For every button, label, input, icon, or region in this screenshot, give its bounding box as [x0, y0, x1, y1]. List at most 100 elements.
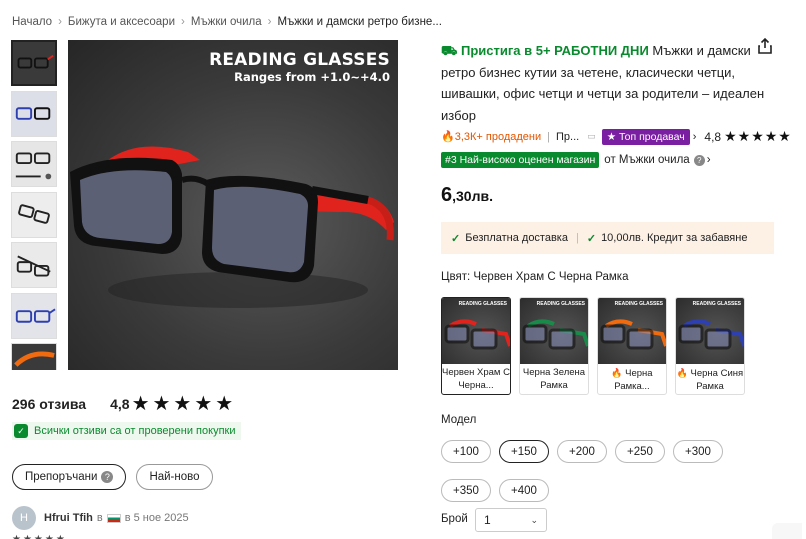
hero-heading: READING GLASSES: [209, 50, 390, 70]
reviews-count[interactable]: 296 отзива: [12, 396, 86, 412]
swatch-image: READING GLASSES: [520, 298, 588, 364]
thumbnail-6[interactable]: [11, 292, 57, 339]
store-logo-icon: ▭: [587, 131, 596, 141]
swatch-image-text: READING GLASSES: [614, 301, 663, 307]
sort-newest-label: Най-ново: [149, 471, 200, 483]
divider: |: [575, 232, 579, 244]
breadcrumb-jewelry[interactable]: Бижута и аксесоари: [68, 16, 175, 28]
chevron-down-icon: ⌄: [530, 514, 538, 525]
thumbnail-2[interactable]: [11, 90, 57, 137]
thumbnail-4[interactable]: [11, 191, 57, 238]
reviewer-in-word: в: [96, 512, 103, 524]
swatch-image-text: READING GLASSES: [536, 301, 585, 307]
breadcrumb: Начало › Бижута и аксесоари › Мъжки очила › Мъ…: [12, 16, 442, 28]
product-rating: 4,8: [704, 129, 722, 144]
model-option[interactable]: +200: [557, 440, 607, 463]
avatar: H: [12, 506, 36, 530]
fire-icon: 🔥: [676, 368, 691, 378]
benefit-delay-credit: 10,00лв. Кредит за забавяне: [601, 232, 748, 244]
model-label: Модел: [441, 414, 477, 426]
model-option[interactable]: +300: [673, 440, 723, 463]
chevron-right-icon[interactable]: ›: [693, 131, 697, 143]
swatch-image: READING GLASSES: [676, 298, 744, 364]
color-label: Цвят: Червен Храм С Черна Рамка: [441, 271, 629, 283]
verified-notice: ✓ Всички отзиви са от проверени покупки: [12, 422, 242, 440]
sort-recommended-button[interactable]: Препоръчани?: [12, 464, 127, 490]
breadcrumb-mens-glasses[interactable]: Мъжки очила: [191, 16, 262, 28]
main-product-image[interactable]: READING GLASSES Ranges from +1.0~+4.0: [68, 40, 398, 370]
truck-icon: ⛟: [441, 43, 458, 58]
color-swatch[interactable]: READING GLASSES 🔥 Черна Рамка...: [597, 297, 667, 395]
sold-count: 3,3К+ продадени: [454, 130, 542, 143]
glasses-thumbnail: [600, 319, 666, 350]
bulgaria-flag-icon: [106, 513, 121, 523]
reviews-stars: ★★★★★: [131, 393, 237, 415]
price: 6,30лв.: [441, 184, 493, 207]
top-seller-label: Топ продавач: [619, 130, 685, 143]
model-option[interactable]: +350: [441, 479, 491, 502]
model-option[interactable]: +100: [441, 440, 491, 463]
review-sort: Препоръчани? Най-ново: [12, 464, 213, 490]
thumbnail-5[interactable]: [11, 242, 57, 288]
swatch-label-text: Черна Синя Рамка: [690, 368, 744, 392]
model-options: +100 +150 +200 +250 +300 +350 +400: [441, 440, 761, 502]
swatch-label-text: Червен Храм С Черна...: [442, 367, 510, 391]
quantity-label: Брой: [441, 513, 468, 525]
color-swatch[interactable]: READING GLASSES Червен Храм С Черна...: [441, 297, 511, 395]
top-seller-badge: ★ Топ продавач: [601, 128, 690, 145]
scroll-top-button[interactable]: [772, 523, 802, 539]
chevron-right-icon[interactable]: ›: [707, 154, 711, 166]
thumbnail-1[interactable]: [11, 40, 57, 86]
swatch-label: 🔥 Черна Синя Рамка: [676, 364, 744, 393]
check-icon: ✓: [586, 232, 597, 245]
swatch-image-text: READING GLASSES: [458, 301, 507, 307]
review-stars: ★★★★★: [12, 534, 67, 539]
fire-icon: 🔥: [441, 131, 455, 143]
sort-recommended-label: Препоръчани: [25, 471, 98, 483]
star-badge-icon: ★: [606, 130, 620, 143]
color-swatch[interactable]: READING GLASSES Черна Зелена Рамка: [519, 297, 589, 395]
sort-newest-button[interactable]: Най-ново: [136, 464, 213, 490]
glasses-illustration: [70, 146, 394, 308]
breadcrumb-separator: ›: [267, 16, 272, 28]
color-swatch[interactable]: READING GLASSES 🔥 Черна Синя Рамка: [675, 297, 745, 395]
model-option[interactable]: +400: [499, 479, 549, 502]
product-stars[interactable]: ★★★★★: [724, 128, 792, 145]
info-icon[interactable]: ?: [693, 154, 705, 166]
breadcrumb-home[interactable]: Начало: [12, 16, 52, 28]
swatch-label-text: Черна Зелена Рамка: [522, 367, 586, 391]
thumbnail-7[interactable]: [11, 343, 57, 370]
check-icon: ✓: [451, 232, 461, 245]
thumbnail-list: [11, 40, 57, 370]
model-option[interactable]: +150: [499, 440, 549, 463]
price-rest: ,30лв.: [452, 188, 493, 204]
thumbnail-3[interactable]: [11, 141, 57, 187]
swatch-label: Червен Храм С Черна...: [442, 364, 510, 392]
price-whole: 6: [441, 184, 453, 206]
help-icon[interactable]: ?: [101, 471, 114, 483]
quantity-select[interactable]: 1 ⌄: [475, 508, 547, 532]
swatch-image-text: READING GLASSES: [692, 301, 741, 307]
swatch-image: READING GLASSES: [598, 298, 666, 364]
fire-icon: 🔥: [611, 368, 626, 378]
swatch-label: 🔥 Черна Рамка...: [598, 364, 666, 393]
verified-text: Всички отзиви са от проверени покупки: [34, 425, 236, 437]
reviews-summary: 296 отзива 4,8 ★★★★★: [12, 394, 236, 414]
reviews-rating: 4,8: [110, 396, 130, 412]
benefits-bar: ✓ Безплатна доставка | ✓ 10,00лв. Кредит…: [441, 222, 774, 254]
color-options: READING GLASSES Червен Храм С Черна... REA…: [441, 297, 745, 395]
swatch-label: Черна Зелена Рамка: [520, 364, 588, 392]
rank-category[interactable]: от Мъжки очила: [604, 154, 689, 166]
breadcrumb-separator: ›: [58, 16, 62, 28]
model-option[interactable]: +250: [615, 440, 665, 463]
rank-badge: #3 Най-високо оценен магазин: [441, 152, 600, 168]
store-name[interactable]: Пр...: [556, 131, 579, 143]
glasses-thumbnail: [678, 319, 744, 350]
quantity-value: 1: [484, 513, 491, 527]
divider: |: [547, 130, 550, 143]
review-date: в 5 ное 2025: [124, 512, 189, 524]
breadcrumb-current: Мъжки и дамски ретро бизне...: [277, 16, 442, 28]
shield-check-icon: ✓: [14, 424, 28, 438]
benefit-free-shipping: Безплатна доставка: [465, 232, 568, 244]
store-rank: #3 Най-високо оценен магазин от Мъжки оч…: [441, 152, 711, 168]
